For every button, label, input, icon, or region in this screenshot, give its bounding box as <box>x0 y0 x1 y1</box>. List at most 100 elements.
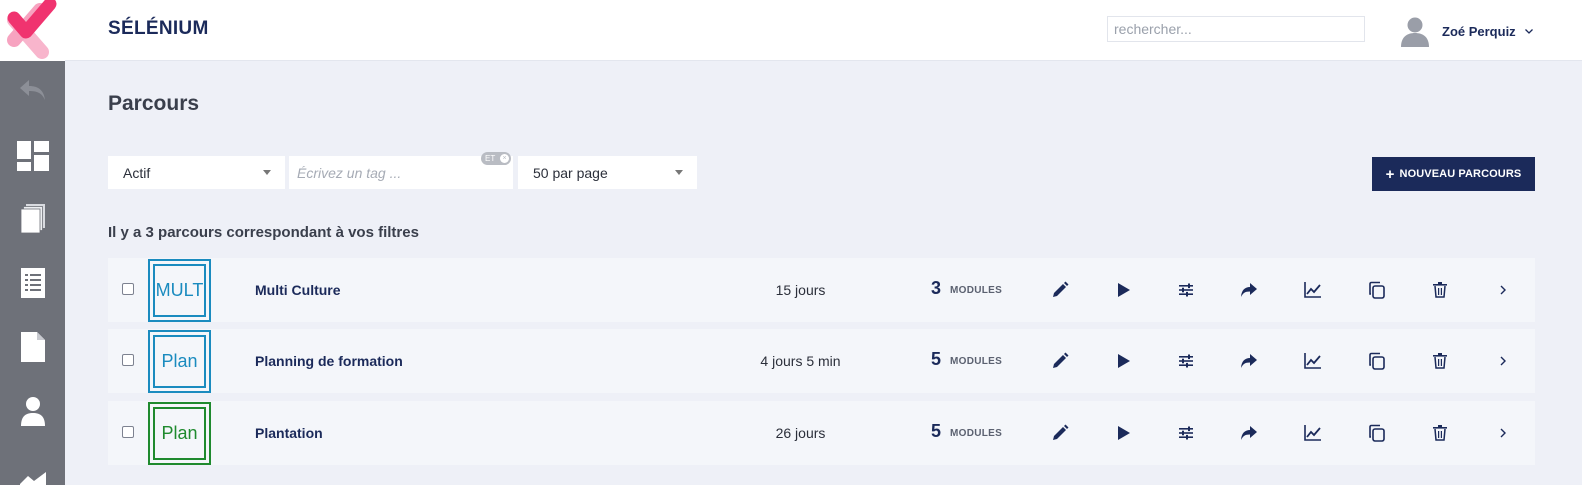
stats-button[interactable] <box>1303 423 1323 443</box>
status-select[interactable]: Actif <box>108 156 285 189</box>
edit-button[interactable] <box>1050 423 1070 443</box>
status-select-value: Actif <box>123 164 151 181</box>
chevron-right-button[interactable] <box>1493 351 1513 371</box>
play-icon <box>1118 354 1130 368</box>
thumbnail-label: MULT <box>153 264 206 317</box>
modules-label: MODULES <box>950 356 1003 367</box>
delete-button[interactable] <box>1430 351 1450 371</box>
duplicate-icon <box>1369 281 1385 299</box>
back-arrow-icon <box>19 80 45 100</box>
sidebar-item-dashboard[interactable] <box>0 126 65 186</box>
table-row[interactable]: Plan Plantation 26 jours 5 MODULES <box>108 401 1535 465</box>
course-duration: 4 jours 5 min <box>760 353 841 369</box>
sidebar-item-back[interactable] <box>0 61 65 121</box>
row-checkbox[interactable] <box>122 354 134 366</box>
chevron-down-icon <box>1524 29 1533 34</box>
dashboard-icon <box>16 141 49 171</box>
share-icon <box>1241 283 1257 297</box>
avatar-icon <box>1401 17 1429 47</box>
stats-icon <box>1304 353 1321 369</box>
course-thumbnail: MULT <box>148 259 211 322</box>
tag-mode-label: ET <box>485 154 496 163</box>
settings-sliders-button[interactable] <box>1176 351 1196 371</box>
app-logo[interactable] <box>0 0 65 61</box>
user-icon <box>20 397 45 426</box>
edit-icon <box>1053 352 1069 368</box>
page-title: Parcours <box>108 92 200 115</box>
stats-button[interactable] <box>1303 280 1323 300</box>
duplicate-icon <box>1369 352 1385 370</box>
share-button[interactable] <box>1239 423 1259 443</box>
chevron-right-icon <box>1500 356 1506 366</box>
sidebar-item-users[interactable] <box>0 381 65 441</box>
plus-icon: + <box>1385 165 1395 183</box>
user-name: Zoé Perquiz <box>1442 23 1516 39</box>
sidebar-item-stats[interactable] <box>0 445 65 485</box>
settings-sliders-icon <box>1179 283 1193 297</box>
new-course-button[interactable]: + NOUVEAU PARCOURS <box>1372 157 1535 191</box>
stats-icon <box>1304 425 1321 441</box>
row-checkbox[interactable] <box>122 426 134 438</box>
caret-down-icon <box>263 170 271 175</box>
course-duration: 15 jours <box>775 282 826 298</box>
stats-icon <box>1304 282 1321 298</box>
tag-input[interactable] <box>289 156 513 189</box>
stack-pages-icon <box>20 204 45 234</box>
share-button[interactable] <box>1239 280 1259 300</box>
settings-sliders-button[interactable] <box>1176 280 1196 300</box>
modules-label: MODULES <box>950 428 1003 439</box>
chart-icon <box>19 472 46 485</box>
delete-button[interactable] <box>1430 423 1450 443</box>
top-bar: SÉLÉNIUM Zoé Perquiz <box>0 0 1582 61</box>
duplicate-icon <box>1369 424 1385 442</box>
edit-button[interactable] <box>1050 280 1070 300</box>
sidebar-item-document[interactable] <box>0 317 65 377</box>
settings-sliders-button[interactable] <box>1176 423 1196 443</box>
edit-button[interactable] <box>1050 351 1070 371</box>
play-button[interactable] <box>1113 351 1133 371</box>
tag-mode-toggle[interactable]: ET × <box>481 152 511 165</box>
settings-sliders-icon <box>1179 426 1193 440</box>
delete-icon <box>1433 353 1447 369</box>
duplicate-button[interactable] <box>1367 351 1387 371</box>
tag-filter <box>289 156 513 189</box>
row-checkbox[interactable] <box>122 283 134 295</box>
sidebar-item-pages[interactable] <box>0 189 65 249</box>
delete-button[interactable] <box>1430 280 1450 300</box>
chevron-right-button[interactable] <box>1493 423 1513 443</box>
module-count: 5 <box>931 421 942 441</box>
table-row[interactable]: Plan Planning de formation 4 jours 5 min… <box>108 329 1535 393</box>
result-count: Il y a 3 parcours correspondant à vos fi… <box>108 224 419 241</box>
per-page-select[interactable]: 50 par page <box>518 156 697 189</box>
play-icon <box>1118 283 1130 297</box>
share-button[interactable] <box>1239 351 1259 371</box>
course-name[interactable]: Multi Culture <box>255 282 341 298</box>
course-duration: 26 jours <box>775 425 826 441</box>
sidebar-item-list[interactable] <box>0 253 65 313</box>
close-icon: × <box>500 154 509 163</box>
chevron-right-icon <box>1500 285 1506 295</box>
module-count: 5 <box>931 349 942 369</box>
chevron-right-button[interactable] <box>1493 280 1513 300</box>
delete-icon <box>1433 425 1447 441</box>
thumbnail-label: Plan <box>153 335 206 388</box>
duplicate-button[interactable] <box>1367 423 1387 443</box>
duplicate-button[interactable] <box>1367 280 1387 300</box>
user-menu[interactable]: Zoé Perquiz <box>1400 14 1534 48</box>
course-thumbnail: Plan <box>148 330 211 393</box>
course-name[interactable]: Planning de formation <box>255 353 403 369</box>
stats-button[interactable] <box>1303 351 1323 371</box>
delete-icon <box>1433 282 1447 298</box>
app-brand: SÉLÉNIUM <box>108 18 209 39</box>
play-button[interactable] <box>1113 280 1133 300</box>
play-button[interactable] <box>1113 423 1133 443</box>
course-name[interactable]: Plantation <box>255 425 323 441</box>
list-icon <box>20 268 45 298</box>
new-course-label: NOUVEAU PARCOURS <box>1399 168 1522 180</box>
table-row[interactable]: MULT Multi Culture 15 jours 3 MODULES <box>108 258 1535 322</box>
settings-sliders-icon <box>1179 354 1193 368</box>
thumbnail-label: Plan <box>153 407 206 460</box>
sidebar <box>0 61 65 485</box>
search-input[interactable] <box>1107 16 1365 42</box>
share-icon <box>1241 426 1257 440</box>
